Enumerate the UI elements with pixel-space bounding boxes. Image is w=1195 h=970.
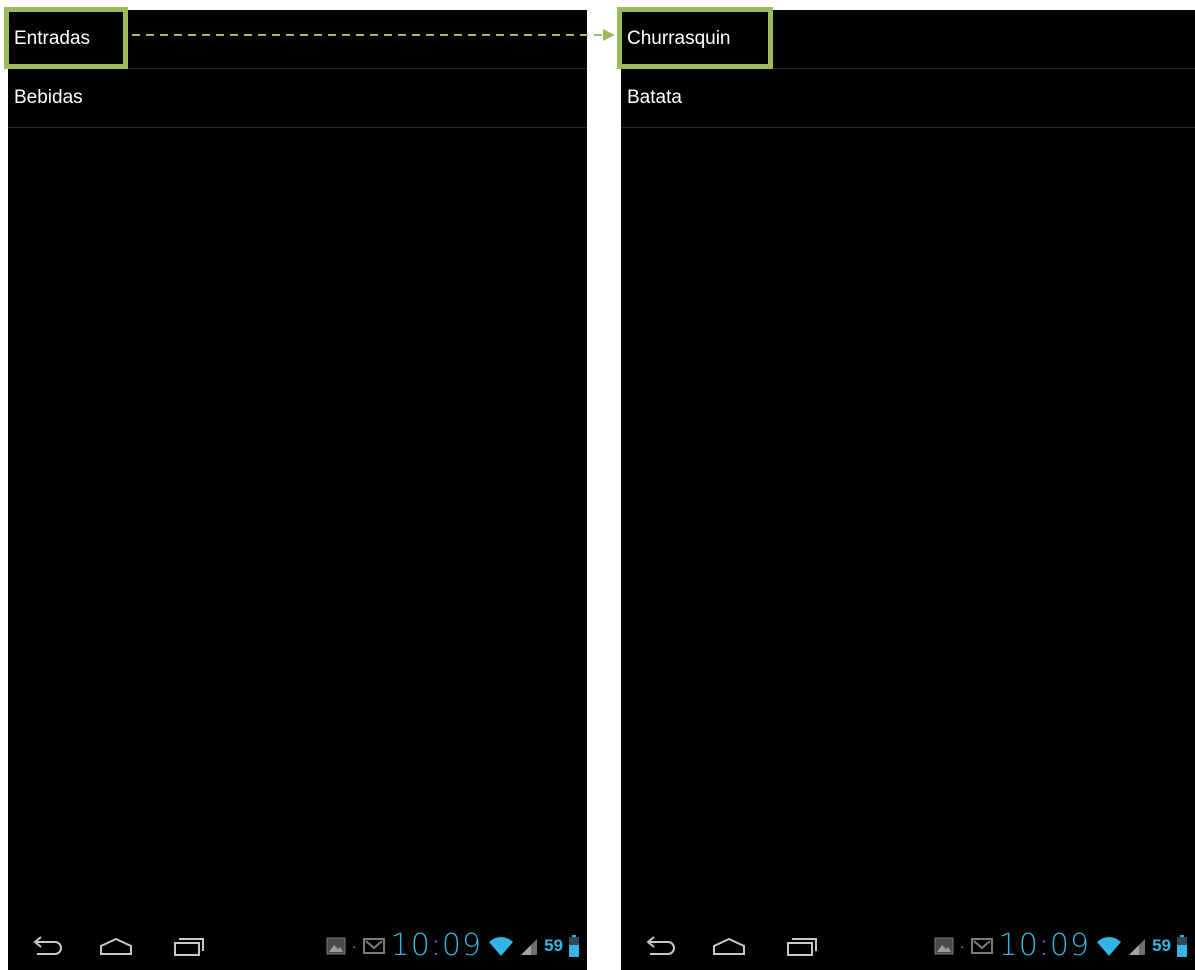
transition-arrow [132, 29, 615, 41]
